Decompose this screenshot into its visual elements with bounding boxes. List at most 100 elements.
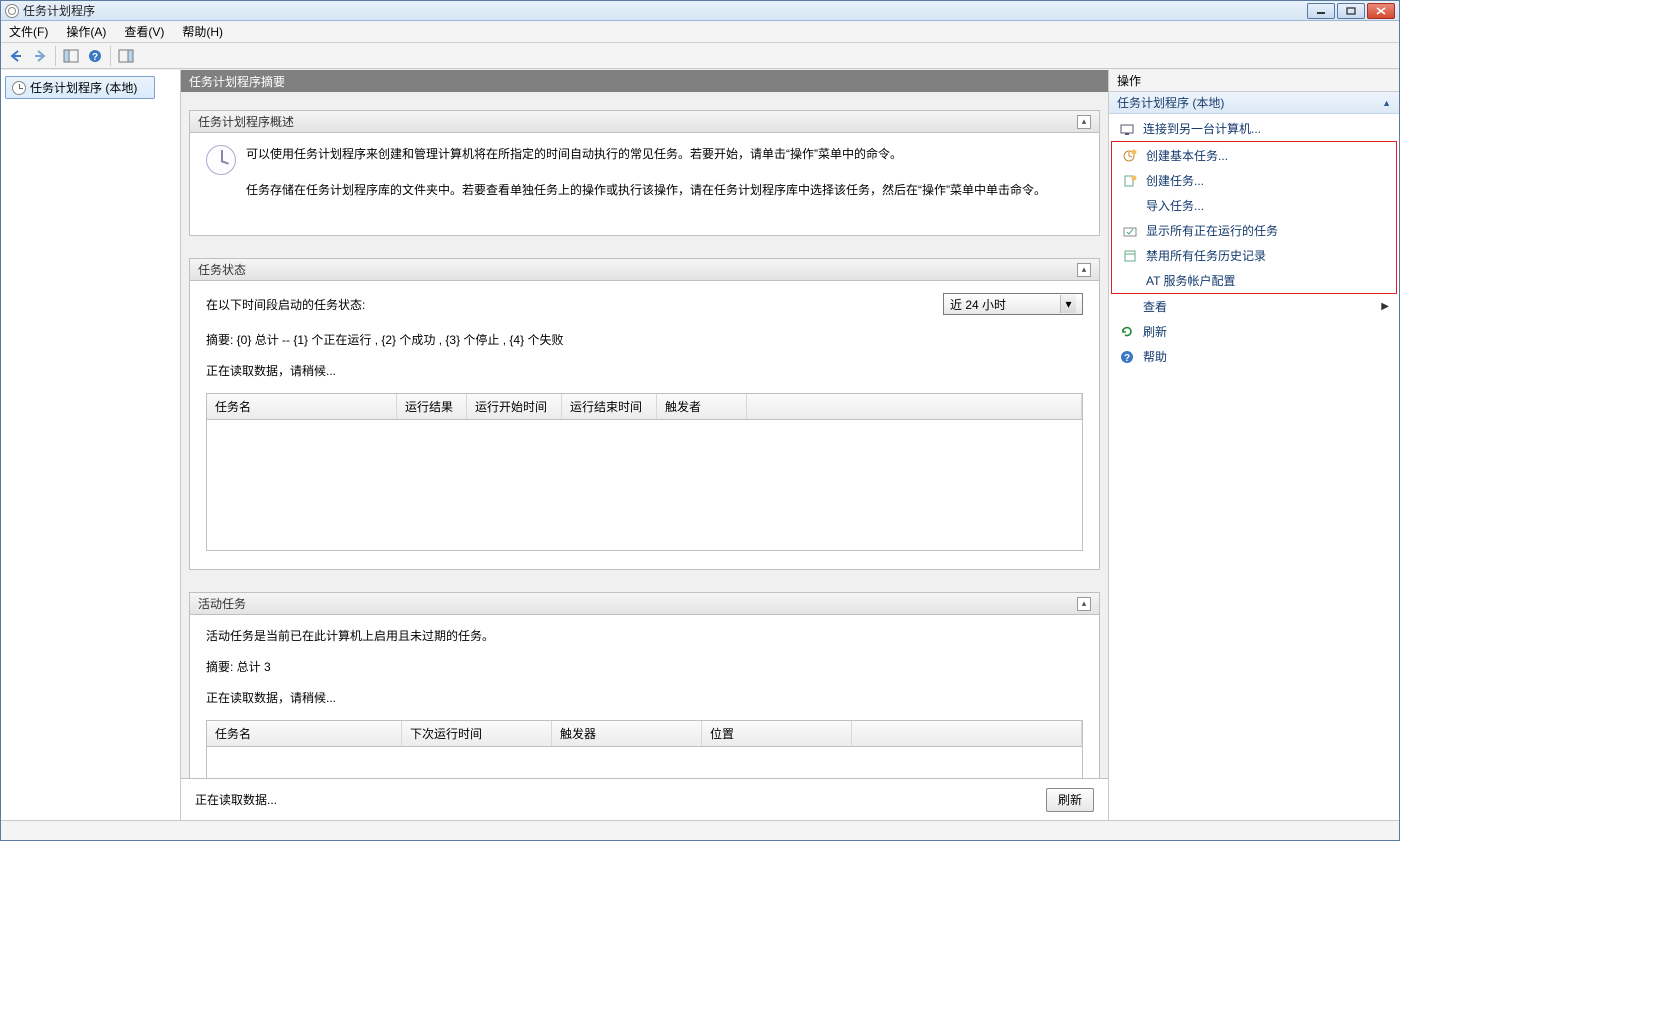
action-at-config[interactable]: AT 服务帐户配置 — [1112, 268, 1396, 293]
active-desc: 活动任务是当前已在此计算机上启用且未过期的任务。 — [206, 627, 1083, 644]
col-triggered-by[interactable]: 触发者 — [657, 394, 747, 419]
actions-title: 操作 — [1109, 70, 1399, 92]
action-refresh[interactable]: 刷新 — [1109, 319, 1399, 344]
tree-item-label: 任务计划程序 (本地) — [30, 79, 137, 96]
refresh-icon — [1119, 324, 1135, 340]
help-icon: ? — [1119, 349, 1135, 365]
action-label: 显示所有正在运行的任务 — [1146, 222, 1278, 239]
col-trigger[interactable]: 触发器 — [552, 721, 702, 746]
window-titlebar: 任务计划程序 — [1, 1, 1399, 21]
footer-loading: 正在读取数据... — [195, 791, 277, 808]
overview-line1: 可以使用任务计划程序来创建和管理计算机将在所指定的时间自动执行的常见任务。若要开… — [246, 145, 1046, 163]
clock-large-icon — [206, 145, 236, 175]
history-off-icon — [1122, 248, 1138, 264]
actions-subhead-label: 任务计划程序 (本地) — [1117, 94, 1224, 111]
action-label: 连接到另一台计算机... — [1143, 120, 1261, 137]
col-spacer — [852, 721, 1082, 746]
col-run-start[interactable]: 运行开始时间 — [467, 394, 562, 419]
tree-pane: 任务计划程序 (本地) — [1, 70, 181, 820]
svg-text:?: ? — [92, 52, 98, 63]
action-help[interactable]: ? 帮助 — [1109, 344, 1399, 369]
task-new-icon — [1122, 173, 1138, 189]
panel-active: 活动任务 ▴ 活动任务是当前已在此计算机上启用且未过期的任务。 摘要: 总计 3… — [189, 592, 1100, 778]
actions-subhead[interactable]: 任务计划程序 (本地) ▲ — [1109, 92, 1399, 114]
col-task-name[interactable]: 任务名 — [207, 394, 397, 419]
menubar: 文件(F) 操作(A) 查看(V) 帮助(H) — [1, 21, 1399, 43]
action-create-task[interactable]: 创建任务... — [1112, 168, 1396, 193]
toolbar-separator — [110, 46, 111, 66]
panel-active-title: 活动任务 — [198, 595, 246, 612]
minimize-button[interactable] — [1307, 3, 1335, 19]
help-button[interactable]: ? — [84, 45, 106, 67]
nav-forward-button[interactable] — [29, 45, 51, 67]
chevron-down-icon: ▾ — [1060, 295, 1076, 313]
computer-icon — [1119, 121, 1135, 137]
panel-status: 任务状态 ▴ 在以下时间段启动的任务状态: 近 24 小时 ▾ — [189, 258, 1100, 570]
active-loading: 正在读取数据，请稍候... — [206, 689, 1083, 706]
panel-collapse-button[interactable]: ▴ — [1077, 263, 1091, 277]
panel-overview-title: 任务计划程序概述 — [198, 113, 294, 130]
window-title: 任务计划程序 — [23, 2, 1307, 19]
refresh-button-label: 刷新 — [1058, 791, 1082, 808]
action-show-running[interactable]: 显示所有正在运行的任务 — [1112, 218, 1396, 243]
view-icon — [1119, 299, 1135, 315]
action-import-task[interactable]: 导入任务... — [1112, 193, 1396, 218]
panel-collapse-button[interactable]: ▴ — [1077, 597, 1091, 611]
col-spacer — [747, 394, 1082, 419]
col-run-result[interactable]: 运行结果 — [397, 394, 467, 419]
statusbar — [1, 820, 1399, 840]
show-hide-actions-button[interactable] — [115, 45, 137, 67]
action-create-basic-task[interactable]: 创建基本任务... — [1112, 143, 1396, 168]
menu-view[interactable]: 查看(V) — [120, 21, 168, 42]
action-label: 创建任务... — [1146, 172, 1204, 189]
action-view[interactable]: 查看 ▶ — [1109, 294, 1399, 319]
panel-status-title: 任务状态 — [198, 261, 246, 278]
maximize-button[interactable] — [1337, 3, 1365, 19]
panel-collapse-button[interactable]: ▴ — [1077, 115, 1091, 129]
at-config-icon — [1122, 273, 1138, 289]
refresh-button[interactable]: 刷新 — [1046, 788, 1094, 812]
import-icon — [1122, 198, 1138, 214]
status-grid: 任务名 运行结果 运行开始时间 运行结束时间 触发者 — [206, 393, 1083, 551]
svg-text:?: ? — [1124, 353, 1130, 364]
status-loading: 正在读取数据，请稍候... — [206, 362, 1083, 379]
col-location[interactable]: 位置 — [702, 721, 852, 746]
toolbar: ? — [1, 43, 1399, 69]
chevron-up-icon: ▲ — [1382, 98, 1391, 108]
status-summary: 摘要: {0} 总计 -- {1} 个正在运行 , {2} 个成功 , {3} … — [206, 331, 1083, 348]
menu-file[interactable]: 文件(F) — [5, 21, 52, 42]
toolbar-separator — [55, 46, 56, 66]
menu-help[interactable]: 帮助(H) — [178, 21, 227, 42]
clock-icon — [12, 81, 26, 95]
col-next-run[interactable]: 下次运行时间 — [402, 721, 552, 746]
menu-action[interactable]: 操作(A) — [62, 21, 110, 42]
active-grid-body[interactable] — [207, 747, 1082, 778]
chevron-right-icon: ▶ — [1381, 301, 1389, 312]
action-disable-history[interactable]: 禁用所有任务历史记录 — [1112, 243, 1396, 268]
action-label: AT 服务帐户配置 — [1146, 272, 1236, 289]
action-connect[interactable]: 连接到另一台计算机... — [1109, 116, 1399, 141]
center-header-label: 任务计划程序摘要 — [189, 73, 285, 90]
panel-overview: 任务计划程序概述 ▴ 可以使用任务计划程序来创建和管理计算机将在所指定的时间自动… — [189, 110, 1100, 236]
center-footer: 正在读取数据... 刷新 — [181, 778, 1108, 820]
status-grid-body[interactable] — [207, 420, 1082, 550]
tree-item-scheduler-local[interactable]: 任务计划程序 (本地) — [5, 76, 155, 99]
clock-new-icon — [1122, 148, 1138, 164]
col-run-end[interactable]: 运行结束时间 — [562, 394, 657, 419]
show-hide-tree-button[interactable] — [60, 45, 82, 67]
running-tasks-icon — [1122, 223, 1138, 239]
close-button[interactable] — [1367, 3, 1395, 19]
status-period-select[interactable]: 近 24 小时 ▾ — [943, 293, 1083, 315]
center-pane: 任务计划程序摘要 任务计划程序概述 ▴ 可以使用任 — [181, 70, 1109, 820]
action-label: 导入任务... — [1146, 197, 1204, 214]
active-summary: 摘要: 总计 3 — [206, 658, 1083, 675]
app-clock-icon — [5, 4, 19, 18]
action-label: 刷新 — [1143, 323, 1167, 340]
active-grid: 任务名 下次运行时间 触发器 位置 — [206, 720, 1083, 778]
action-label: 查看 — [1143, 298, 1167, 315]
center-header: 任务计划程序摘要 — [181, 70, 1108, 92]
nav-back-button[interactable] — [5, 45, 27, 67]
col-task-name[interactable]: 任务名 — [207, 721, 402, 746]
actions-pane: 操作 任务计划程序 (本地) ▲ 连接到另一台计算机... — [1109, 70, 1399, 820]
action-label: 创建基本任务... — [1146, 147, 1228, 164]
